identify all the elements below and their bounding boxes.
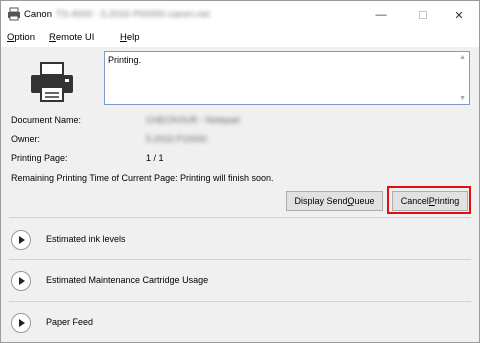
queue-label-post: ueue [354,196,375,206]
menu-remote-ui[interactable]: Remote UI [49,29,94,47]
divider [9,301,471,302]
minimize-button[interactable]: — [361,1,401,29]
display-send-queue-button[interactable]: Display Send Queue [286,191,383,211]
divider [9,217,471,218]
menu-remote-accel: R [49,32,56,43]
window-title-detail: TS-4000 - 5.2016 P00000.canon.net [56,9,210,20]
printer-icon [31,62,73,102]
scroll-up-icon[interactable]: ▲ [459,54,466,61]
owner-label: Owner: [11,134,41,144]
paper-feed-label: Paper Feed [46,317,94,327]
cancel-label-post: rinting [434,196,460,206]
queue-label-pre: Display Send [294,196,348,206]
printing-page-value: 1 / 1 [146,153,164,163]
print-status-window: Canon TS-4000 - 5.2016 P00000.canon.net … [0,0,480,343]
menu-option-text: ption [14,32,35,43]
expand-arrow-icon[interactable] [11,313,31,333]
remaining-time-label: Remaining Printing Time of Current Page: [11,173,178,183]
expand-arrow-icon[interactable] [11,271,31,291]
expand-arrow-icon[interactable] [11,230,31,250]
menu-help-accel: H [120,32,127,43]
ink-levels-expander[interactable]: Estimated ink levels [11,229,471,251]
ink-levels-label: Estimated ink levels [46,234,126,244]
document-name-label: Document Name: [11,115,82,125]
window-title: Canon [24,9,52,20]
close-button[interactable]: ✕ [439,1,479,29]
cancel-printing-button[interactable]: Cancel Printing [392,191,468,211]
printer-app-icon [8,7,20,21]
status-message-box: Printing. ▲ ▼ [104,51,470,105]
title-bar: Canon TS-4000 - 5.2016 P00000.canon.net … [1,1,479,29]
printing-page-label: Printing Page: [11,153,68,163]
maintenance-cartridge-expander[interactable]: Estimated Maintenance Cartridge Usage [11,270,471,292]
scroll-down-icon[interactable]: ▼ [459,95,466,102]
divider [9,259,471,260]
document-name-value: CHECKOUR - Notepad [146,115,240,125]
menu-remote-text: emote UI [55,32,95,43]
maintenance-cartridge-label: Estimated Maintenance Cartridge Usage [46,275,209,285]
queue-label-accel: Q [347,196,355,206]
menu-option[interactable]: Option [7,29,35,47]
menu-help[interactable]: Help [120,29,140,47]
paper-feed-expander[interactable]: Paper Feed [11,312,471,334]
remaining-time-value: Printing will finish soon. [180,173,274,183]
cancel-label-pre: Cancel [400,196,429,206]
menu-help-text: elp [126,32,140,43]
maximize-button[interactable]: ☐ [403,1,443,29]
status-message: Printing. [108,55,142,65]
owner-value: 5.2016 P10000 [146,134,208,144]
menu-bar: Option Remote UI Help [1,29,479,47]
